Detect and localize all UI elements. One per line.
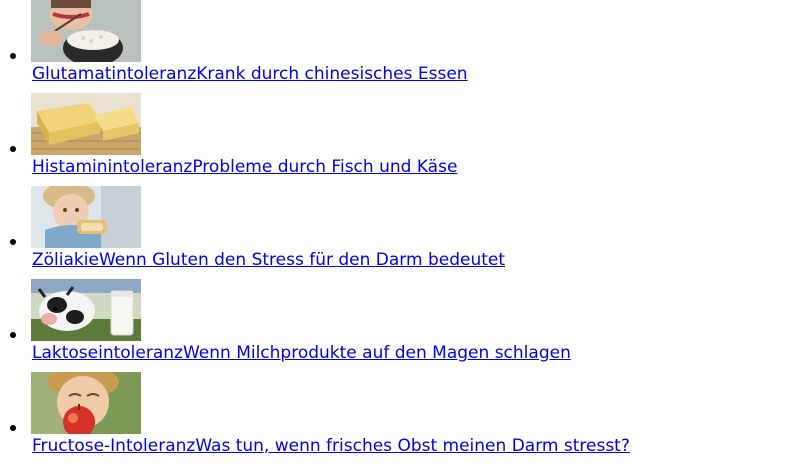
article-subtitle: Probleme durch Fisch und Käse [192, 157, 458, 177]
article-subtitle: Was tun, wenn frisches Obst meinen Darm … [195, 436, 630, 456]
woman-biting-apple-image [31, 372, 141, 434]
article-subtitle: Wenn Milchprodukte auf den Magen schlage… [182, 343, 571, 363]
article-subtitle: Wenn Gluten den Stress für den Darm bede… [98, 250, 506, 270]
article-thumbnail-fructose[interactable] [31, 372, 141, 434]
article-title: Glutamatintoleranz [32, 64, 197, 84]
cow-and-milk-glass-image [31, 279, 141, 341]
article-link-histamin[interactable]: HistaminintoleranzProbleme durch Fisch u… [32, 156, 457, 178]
article-link-glutamat[interactable]: GlutamatintoleranzKrank durch chinesisch… [32, 63, 468, 85]
bullet [10, 332, 16, 338]
article-subtitle: Krank durch chinesisches Essen [196, 64, 468, 84]
article-title: Histaminintoleranz [32, 157, 193, 177]
article-title: Zöliakie [32, 250, 99, 270]
bullet [10, 239, 16, 245]
article-title: Laktoseintoleranz [32, 343, 183, 363]
woman-eating-rice-bowl-image [31, 0, 141, 62]
list-item: GlutamatintoleranzKrank durch chinesisch… [0, 0, 785, 93]
child-eating-bread-image [31, 186, 141, 248]
article-thumbnail-zoeliakie[interactable] [31, 186, 141, 248]
article-link-fructose[interactable]: Fructose-IntoleranzWas tun, wenn frische… [32, 435, 630, 457]
article-thumbnail-histamin[interactable] [31, 93, 141, 155]
list-item: Fructose-IntoleranzWas tun, wenn frische… [0, 372, 785, 465]
bullet [10, 53, 16, 59]
article-list: GlutamatintoleranzKrank durch chinesisch… [0, 0, 785, 465]
list-item: HistaminintoleranzProbleme durch Fisch u… [0, 93, 785, 186]
article-title: Fructose-Intoleranz [32, 436, 196, 456]
bullet [10, 425, 16, 431]
list-item: ZöliakieWenn Gluten den Stress für den D… [0, 186, 785, 279]
article-link-laktose[interactable]: LaktoseintoleranzWenn Milchprodukte auf … [32, 342, 571, 364]
bullet [10, 146, 16, 152]
article-link-zoeliakie[interactable]: ZöliakieWenn Gluten den Stress für den D… [32, 249, 505, 271]
cheese-block-image [31, 93, 141, 155]
article-thumbnail-glutamat[interactable] [31, 0, 141, 62]
article-thumbnail-laktose[interactable] [31, 279, 141, 341]
list-item: LaktoseintoleranzWenn Milchprodukte auf … [0, 279, 785, 372]
